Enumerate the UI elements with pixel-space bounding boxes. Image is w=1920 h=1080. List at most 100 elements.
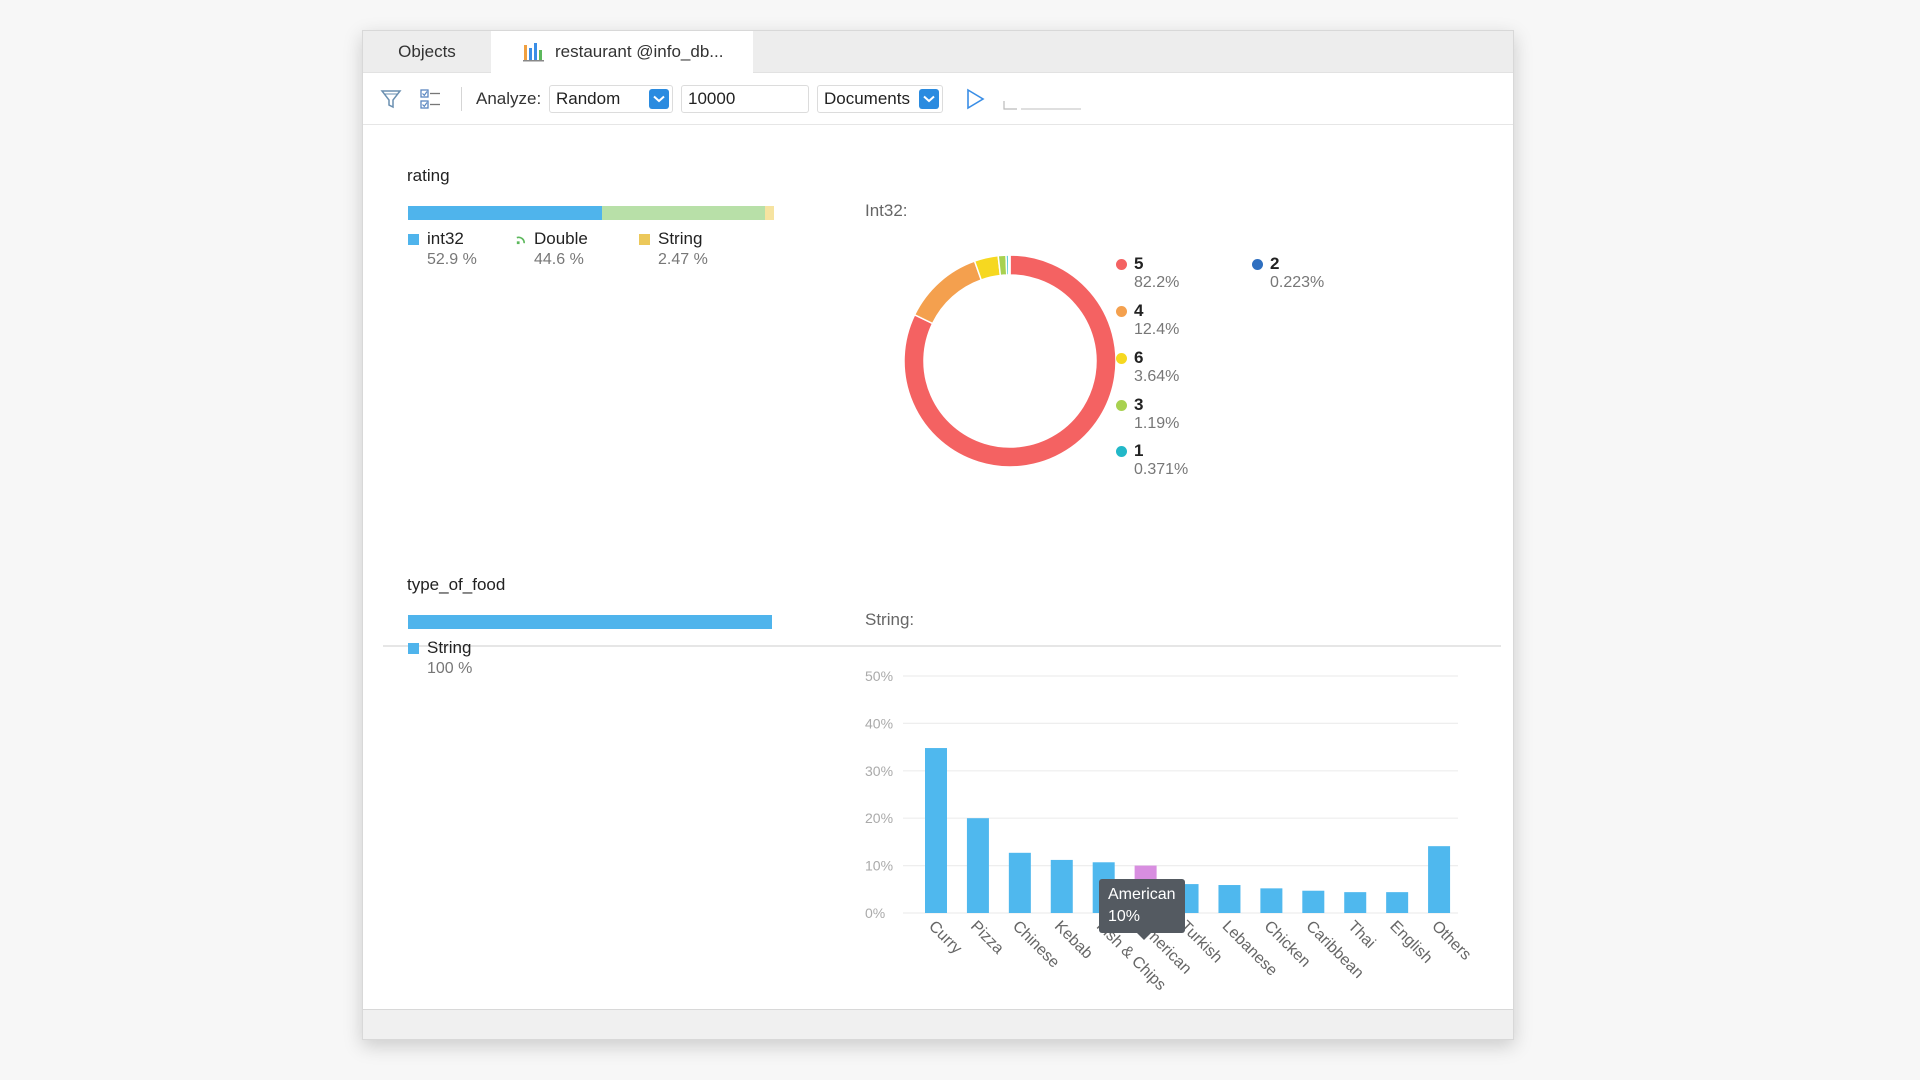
legend-label: 2 bbox=[1270, 254, 1280, 273]
legend-value: 82.2% bbox=[1134, 274, 1180, 291]
sampling-method-select[interactable]: Random bbox=[549, 85, 673, 113]
scope-select[interactable]: Documents bbox=[817, 85, 943, 113]
y-tick-label: 30% bbox=[865, 763, 893, 779]
status-bar bbox=[363, 1009, 1513, 1039]
square-icon bbox=[408, 642, 419, 654]
bar-lebanese[interactable] bbox=[1218, 885, 1241, 913]
donut-legend-item-5[interactable]: 5 82.2% bbox=[1116, 254, 1179, 292]
double-icon bbox=[516, 236, 525, 244]
chart-title-int32: Int32: bbox=[865, 201, 908, 220]
toolbar-separator bbox=[461, 87, 462, 111]
legend-value: 0.223% bbox=[1270, 274, 1325, 291]
type-percent: 100 % bbox=[427, 660, 473, 677]
legend-label: 6 bbox=[1134, 348, 1144, 367]
sampling-method-value: Random bbox=[556, 89, 621, 108]
bar-curry[interactable] bbox=[925, 748, 947, 913]
bar-chinese[interactable] bbox=[1008, 852, 1031, 913]
type-segment-int32 bbox=[408, 206, 602, 220]
tab-bar: Objects restaurant @info_db... bbox=[363, 31, 1513, 73]
dot-icon bbox=[1116, 305, 1127, 317]
tab-restaurant-analysis[interactable]: restaurant @info_db... bbox=[491, 31, 753, 73]
type-segment-string bbox=[408, 615, 772, 629]
type-name: String bbox=[427, 638, 472, 657]
checklist-icon[interactable] bbox=[419, 87, 443, 111]
x-tick-label: Pizza bbox=[967, 918, 1007, 958]
tooltip-label: American bbox=[1108, 886, 1176, 903]
type-name: String bbox=[658, 229, 703, 248]
donut-legend-item-1[interactable]: 1 0.371% bbox=[1116, 441, 1188, 479]
y-tick-label: 10% bbox=[865, 858, 893, 874]
play-icon[interactable] bbox=[963, 87, 987, 111]
dot-icon bbox=[1116, 258, 1127, 270]
progress-indicator bbox=[1003, 101, 1081, 110]
legend-value: 1.19% bbox=[1134, 415, 1180, 432]
dot-icon bbox=[1116, 352, 1127, 364]
y-tick-label: 0% bbox=[865, 905, 885, 921]
type-legend-double[interactable]: Double 44.6 % bbox=[515, 229, 588, 269]
dot-icon bbox=[1116, 399, 1127, 411]
tab-objects-label: Objects bbox=[398, 42, 456, 61]
chart-title-string: String: bbox=[865, 610, 915, 629]
type-name: int32 bbox=[427, 229, 464, 248]
sample-size-input[interactable]: 10000 bbox=[681, 85, 809, 113]
square-icon bbox=[639, 233, 650, 245]
donut-legend-item-3[interactable]: 3 1.19% bbox=[1116, 395, 1179, 433]
legend-value: 0.371% bbox=[1134, 461, 1189, 478]
field-name-rating: rating bbox=[407, 166, 450, 185]
y-tick-label: 40% bbox=[865, 715, 893, 731]
int32-donut-chart bbox=[903, 254, 1117, 468]
donut-legend-item-2[interactable]: 2 0.223% bbox=[1252, 254, 1324, 292]
type-distribution-bar-type-of-food bbox=[408, 615, 772, 629]
scope-value: Documents bbox=[824, 89, 910, 108]
bar-chart-icon bbox=[523, 43, 544, 62]
analysis-content: rating int32 52.9 % Double 44.6 % String… bbox=[363, 126, 1513, 1009]
type-percent: 52.9 % bbox=[427, 251, 477, 268]
legend-label: 1 bbox=[1134, 441, 1144, 460]
legend-label: 3 bbox=[1134, 395, 1144, 414]
chevron-down-icon bbox=[649, 89, 669, 109]
sample-size-value: 10000 bbox=[688, 89, 736, 108]
donut-legend-item-6[interactable]: 6 3.64% bbox=[1116, 348, 1179, 386]
type-legend-int32[interactable]: int32 52.9 % bbox=[408, 229, 477, 269]
bar-kebab[interactable] bbox=[1050, 859, 1073, 913]
bar-caribbean[interactable] bbox=[1302, 890, 1325, 913]
donut-slice-4[interactable] bbox=[913, 260, 983, 325]
square-icon bbox=[408, 233, 419, 245]
bar-pizza[interactable] bbox=[966, 818, 989, 913]
type-legend-string[interactable]: String 100 % bbox=[408, 638, 472, 678]
bar-thai[interactable] bbox=[1344, 892, 1367, 913]
tab-restaurant-label: restaurant @info_db... bbox=[555, 42, 724, 61]
x-tick-label: Thai bbox=[1344, 918, 1378, 952]
bar-chicken[interactable] bbox=[1260, 888, 1283, 913]
legend-label: 4 bbox=[1134, 301, 1144, 320]
donut-legend-item-4[interactable]: 4 12.4% bbox=[1116, 301, 1179, 339]
field-name-type-of-food: type_of_food bbox=[407, 575, 506, 594]
toolbar: Analyze: Random 10000 Documents bbox=[363, 73, 1513, 125]
legend-label: 5 bbox=[1134, 254, 1144, 273]
type-distribution-bar-rating bbox=[408, 206, 774, 220]
bar-others[interactable] bbox=[1428, 846, 1451, 913]
chevron-down-icon bbox=[919, 89, 939, 109]
type-percent: 44.6 % bbox=[534, 251, 584, 268]
dot-icon bbox=[1252, 258, 1263, 270]
bar-english[interactable] bbox=[1386, 892, 1409, 913]
donut-slice-2[interactable] bbox=[1007, 254, 1011, 276]
filter-icon[interactable] bbox=[379, 87, 403, 111]
tab-objects[interactable]: Objects bbox=[363, 31, 491, 73]
type-name: Double bbox=[534, 229, 588, 248]
dot-icon bbox=[1116, 445, 1127, 457]
type-segment-string bbox=[764, 206, 774, 220]
y-tick-label: 20% bbox=[865, 810, 893, 826]
legend-value: 12.4% bbox=[1134, 321, 1180, 338]
tooltip-value: 10% bbox=[1108, 908, 1141, 925]
legend-value: 3.64% bbox=[1134, 368, 1180, 385]
bar-tooltip: American 10% bbox=[1099, 879, 1185, 940]
type-segment-double bbox=[601, 206, 765, 220]
string-bar-chart: 0%10%20%30%40%50%Curry Pizza ChineseKebabF… bbox=[865, 668, 1473, 994]
analyze-label: Analyze: bbox=[476, 89, 542, 108]
analyzer-window: Objects restaurant @info_db... Analyze: … bbox=[362, 30, 1514, 1040]
x-tick-label: Curry bbox=[925, 918, 965, 958]
section-divider bbox=[383, 645, 1501, 647]
type-percent: 2.47 % bbox=[658, 251, 708, 268]
type-legend-string[interactable]: String 2.47 % bbox=[639, 229, 708, 269]
